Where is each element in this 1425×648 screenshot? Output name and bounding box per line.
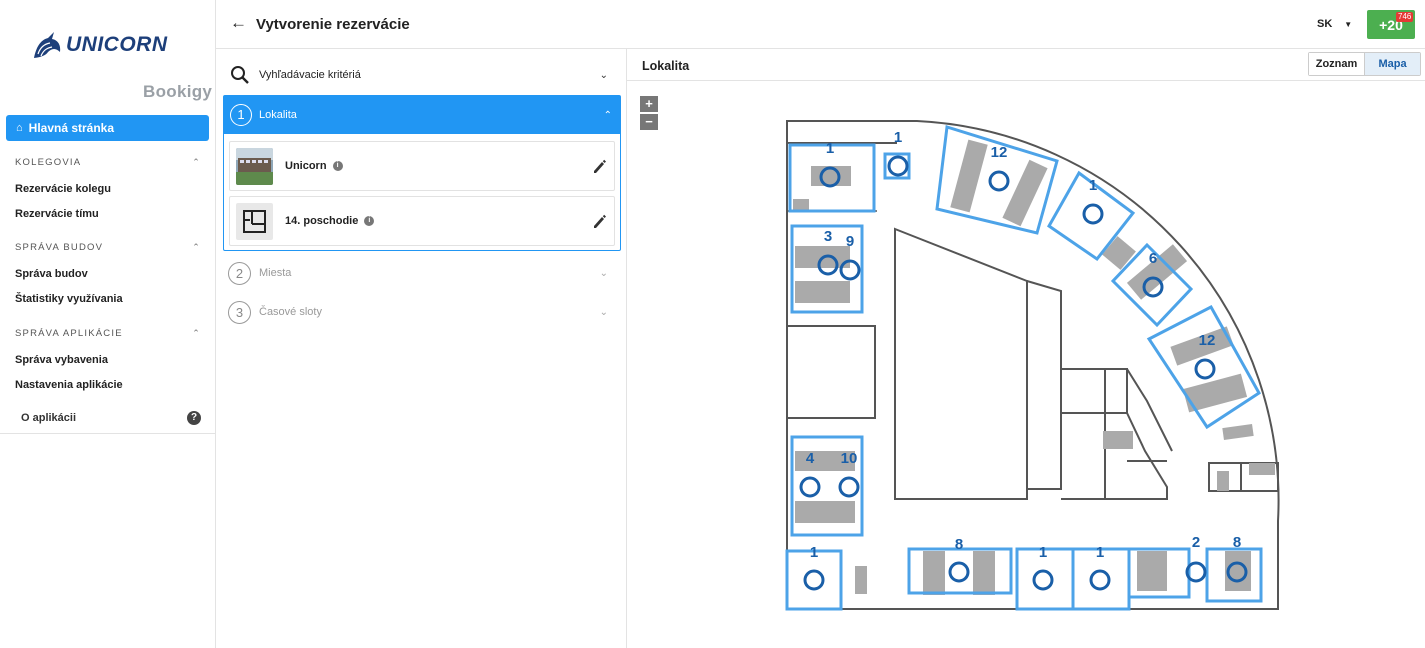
zone-count-label: 4 bbox=[806, 450, 815, 467]
zone-count-label: 8 bbox=[955, 536, 963, 553]
step-number: 2 bbox=[228, 261, 251, 285]
list-view-tab[interactable]: Zoznam bbox=[1309, 53, 1365, 75]
app-root: UNICORN Bookigy ⌂ Hlavná stránka KOLEGOV… bbox=[0, 0, 1425, 648]
chevron-up-icon: ⌃ bbox=[603, 109, 612, 121]
zone-count-label: 8 bbox=[1233, 534, 1241, 551]
edit-pencil-icon[interactable] bbox=[592, 213, 606, 229]
step-time-slots[interactable]: 3 Časové sloty ⌄ bbox=[228, 300, 612, 324]
home-button[interactable]: ⌂ Hlavná stránka bbox=[6, 115, 209, 141]
edit-pencil-icon[interactable] bbox=[592, 158, 606, 174]
building-name: Unicorn bbox=[285, 160, 327, 172]
chevron-up-icon: ⌃ bbox=[192, 242, 201, 252]
chevron-down-icon: ⌄ bbox=[599, 306, 608, 318]
zone-count-label: 12 bbox=[1199, 332, 1216, 349]
step-label: Miesta bbox=[259, 267, 292, 279]
step-number: 3 bbox=[228, 300, 251, 324]
zone-pin[interactable] bbox=[1082, 203, 1104, 225]
section-title: SPRÁVA BUDOV bbox=[15, 242, 104, 253]
search-icon bbox=[231, 66, 249, 84]
zone-count-label: 1 bbox=[810, 544, 818, 561]
credits-badge: 746 bbox=[1396, 12, 1414, 22]
zone-count-label: 10 bbox=[841, 450, 858, 467]
product-name: Bookigy bbox=[143, 82, 213, 101]
chevron-down-icon: ⌄ bbox=[599, 267, 608, 279]
sidebar: UNICORN Bookigy ⌂ Hlavná stránka KOLEGOV… bbox=[0, 0, 216, 648]
location-card-building[interactable]: Unicorn i bbox=[229, 141, 615, 191]
zone-pin[interactable] bbox=[803, 569, 825, 591]
language-select[interactable]: SK ▼ bbox=[1317, 18, 1352, 30]
zone-count-label: 1 bbox=[1089, 177, 1097, 194]
zone-markers bbox=[799, 155, 1248, 591]
zone-pin[interactable] bbox=[1194, 358, 1216, 380]
caret-down-icon: ▼ bbox=[1344, 20, 1353, 29]
nav-usage-statistics[interactable]: Štatistiky využívania bbox=[15, 293, 123, 305]
section-app-management[interactable]: SPRÁVA APLIKÁCIE ⌃ bbox=[15, 328, 201, 339]
zone-count-label: 12 bbox=[991, 144, 1008, 161]
zone-count-label: 3 bbox=[824, 228, 832, 245]
section-colleagues[interactable]: KOLEGOVIA ⌃ bbox=[15, 157, 201, 168]
search-criteria-toggle[interactable]: Vyhľadávacie kritériá ⌄ bbox=[230, 63, 614, 87]
nav-team-reservations[interactable]: Rezervácie tímu bbox=[15, 208, 99, 220]
map-header: Lokalita Zoznam Mapa bbox=[627, 49, 1425, 81]
zone-pin[interactable] bbox=[887, 155, 909, 177]
step-places[interactable]: 2 Miesta ⌄ bbox=[228, 261, 612, 285]
building-photo bbox=[236, 147, 273, 185]
section-title: KOLEGOVIA bbox=[15, 157, 82, 168]
info-icon[interactable]: i bbox=[364, 216, 375, 226]
criteria-label: Vyhľadávacie kritériá bbox=[259, 69, 361, 81]
zone-count-label: 9 bbox=[846, 233, 854, 250]
zone-pin[interactable] bbox=[1089, 569, 1111, 591]
chevron-up-icon: ⌃ bbox=[192, 157, 201, 167]
zone-count-label: 6 bbox=[1149, 250, 1157, 267]
step-location-header[interactable]: 1 Lokalita ⌃ bbox=[224, 96, 620, 134]
location-card-floor[interactable]: 14. poschodie i bbox=[229, 196, 615, 246]
chevron-down-icon: ⌄ bbox=[599, 69, 608, 81]
map-view-tab[interactable]: Mapa bbox=[1365, 53, 1420, 75]
nav-building-management[interactable]: Správa budov bbox=[15, 268, 88, 280]
furniture bbox=[793, 139, 1275, 595]
view-toggle: Zoznam Mapa bbox=[1308, 52, 1421, 76]
step-location: 1 Lokalita ⌃ Unicorn i 14. poschodie i bbox=[223, 95, 621, 251]
nav-colleague-reservations[interactable]: Rezervácie kolegu bbox=[15, 183, 111, 195]
unicorn-logo[interactable]: UNICORN bbox=[30, 30, 167, 64]
zone-pin[interactable] bbox=[988, 170, 1010, 192]
about-app-link[interactable]: O aplikácii bbox=[21, 412, 76, 424]
info-icon[interactable]: i bbox=[332, 161, 343, 171]
nav-app-settings[interactable]: Nastavenia aplikácie bbox=[15, 379, 123, 391]
zone-count-label: 1 bbox=[1039, 544, 1047, 561]
language-value: SK bbox=[1317, 18, 1333, 30]
floor-name: 14. poschodie bbox=[285, 215, 359, 227]
chevron-up-icon: ⌃ bbox=[192, 328, 201, 338]
step-label: Lokalita bbox=[259, 109, 297, 121]
step-label: Časové sloty bbox=[259, 306, 322, 318]
home-icon: ⌂ bbox=[16, 122, 23, 134]
zone-count-label: 1 bbox=[1096, 544, 1104, 561]
zone-count-label: 1 bbox=[826, 140, 834, 157]
unicorn-icon bbox=[34, 32, 61, 58]
nav-equipment-management[interactable]: Správa vybavenia bbox=[15, 354, 108, 366]
floor-plan-icon bbox=[236, 202, 273, 240]
step-number: 1 bbox=[230, 104, 252, 126]
floor-map[interactable]: 111213 96124 101 8 1 12 8 bbox=[627, 81, 1425, 648]
zone-pin[interactable] bbox=[1032, 569, 1054, 591]
section-building-management[interactable]: SPRÁVA BUDOV ⌃ bbox=[15, 242, 201, 253]
zone-pin[interactable] bbox=[948, 561, 970, 583]
help-icon[interactable]: ? bbox=[187, 411, 201, 425]
zone-count-label: 1 bbox=[894, 129, 902, 146]
back-arrow-icon[interactable]: ← bbox=[230, 13, 247, 33]
top-bar: ← Vytvorenie rezervácie SK ▼ +20 746 bbox=[216, 0, 1425, 49]
map-panel: Lokalita Zoznam Mapa + − 1 1 12 1 3 9 6 … bbox=[627, 49, 1425, 648]
page-title: Vytvorenie rezervácie bbox=[256, 16, 410, 33]
zone-pin[interactable] bbox=[838, 476, 860, 498]
divider bbox=[0, 433, 216, 434]
home-label: Hlavná stránka bbox=[28, 121, 115, 135]
search-panel: Vyhľadávacie kritériá ⌄ 1 Lokalita ⌃ Uni… bbox=[216, 49, 627, 648]
map-title: Lokalita bbox=[642, 59, 690, 73]
section-title: SPRÁVA APLIKÁCIE bbox=[15, 328, 123, 339]
brand-name: UNICORN bbox=[66, 33, 168, 56]
zone-count-label: 2 bbox=[1192, 534, 1200, 551]
zone-pin[interactable] bbox=[799, 476, 821, 498]
